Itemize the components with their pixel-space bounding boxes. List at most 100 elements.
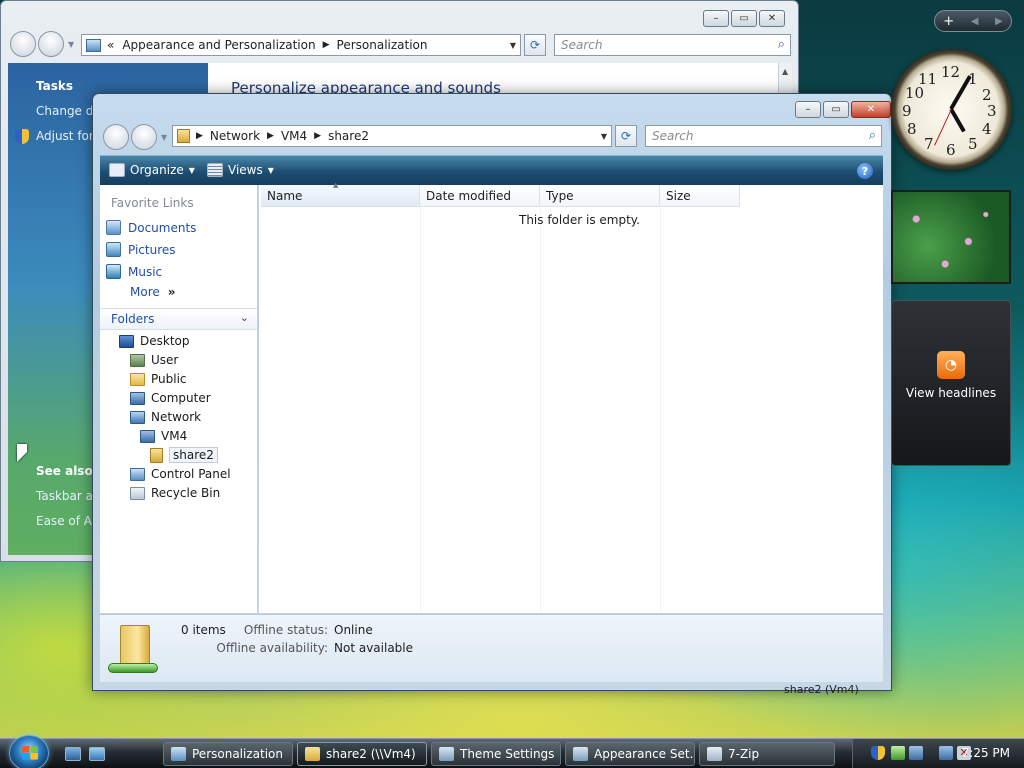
favorite-link-label: Pictures (128, 242, 176, 257)
breadcrumb-network[interactable]: Network (210, 129, 260, 143)
column-divider (420, 207, 421, 613)
share-folder-icon (150, 447, 163, 463)
previous-gadget-icon[interactable]: ◀ (971, 16, 979, 27)
add-gadget-button[interactable]: + (943, 14, 954, 29)
security-shield-icon[interactable] (871, 746, 885, 760)
address-dropdown-arrow[interactable]: ▼ (601, 132, 607, 141)
offline-availability-label: Offline availability: (216, 641, 328, 655)
breadcrumb-vm4[interactable]: VM4 (281, 129, 307, 143)
next-gadget-icon[interactable]: ▶ (995, 16, 1003, 27)
refresh-button[interactable]: ⟳ (615, 125, 637, 147)
tree-item-label: share2 (169, 447, 218, 463)
computer-icon (130, 391, 145, 405)
search-icon[interactable]: ⌕ (778, 37, 785, 52)
taskbar-button-personalization[interactable]: Personalization (163, 742, 293, 766)
breadcrumb-share2[interactable]: share2 (328, 129, 369, 143)
column-header-name[interactable]: ▲ Name (261, 181, 420, 207)
taskbar-button-share2[interactable]: share2 (\\Vm4) (297, 742, 427, 766)
network-connection-icon[interactable] (939, 746, 953, 760)
tree-item-control-panel[interactable]: Control Panel (130, 465, 231, 483)
refresh-button[interactable]: ⟳ (524, 34, 546, 56)
taskbar-button-7zip[interactable]: 7-Zip (699, 742, 835, 766)
tree-item-label: Network (151, 410, 202, 424)
organize-button[interactable]: Organize ▼ (109, 163, 195, 177)
sync-center-icon[interactable] (891, 746, 905, 760)
favorite-link-documents[interactable]: Documents (106, 220, 196, 235)
breadcrumb-overflow[interactable]: « (107, 38, 114, 52)
task-link-adjust-font[interactable]: Adjust fon (36, 129, 97, 143)
search-icon[interactable]: ⌕ (869, 128, 876, 143)
maximize-button[interactable]: ▭ (731, 10, 757, 27)
tree-item-network[interactable]: Network (130, 408, 201, 426)
tree-item-recycle-bin[interactable]: Recycle Bin (130, 484, 220, 502)
maximize-button[interactable]: ▭ (823, 101, 849, 118)
tree-item-share2[interactable]: share2 (150, 446, 218, 464)
more-links-button[interactable]: More » (130, 285, 176, 299)
front-address-bar[interactable]: ▶ Network ▶ VM4 ▶ share2 ▼ (172, 125, 612, 147)
views-button[interactable]: Views ▼ (207, 163, 274, 177)
favorite-link-pictures[interactable]: Pictures (106, 242, 176, 257)
see-also-ease-of-access[interactable]: Ease of Ac (36, 514, 98, 528)
tree-item-public[interactable]: Public (130, 370, 187, 388)
help-icon[interactable]: ? (857, 163, 873, 179)
tree-item-desktop[interactable]: Desktop (119, 332, 190, 350)
breadcrumb-appearance[interactable]: Appearance and Personalization (122, 38, 315, 52)
feed-headlines-gadget[interactable]: ◔ View headlines (891, 300, 1011, 466)
taskbar-button-appearance-settings[interactable]: Appearance Set... (565, 742, 695, 766)
clock-gadget[interactable]: 12 1 2 3 4 5 6 7 8 9 10 11 (891, 49, 1012, 170)
tree-item-user[interactable]: User (130, 351, 178, 369)
back-button[interactable] (103, 124, 129, 150)
favorite-link-music[interactable]: Music (106, 264, 162, 279)
breadcrumb-personalization[interactable]: Personalization (337, 38, 428, 52)
switch-windows-icon[interactable] (89, 747, 105, 761)
offline-status-label: Offline status: (243, 623, 328, 637)
breadcrumb-separator[interactable]: ▶ (196, 131, 203, 141)
offline-status-value: Online (334, 623, 373, 637)
back-nav-buttons: ▼ (10, 31, 74, 57)
file-list[interactable]: ▲ Name Date modified Type Size This fold… (259, 181, 883, 613)
column-header-type[interactable]: Type (540, 185, 660, 207)
tree-item-vm4[interactable]: VM4 (140, 427, 187, 445)
clock-numeral: 7 (924, 135, 934, 153)
start-button[interactable] (9, 735, 49, 768)
back-search-input[interactable]: Search ⌕ (554, 34, 791, 56)
desktop-icon-label[interactable]: share2 (Vm4) (784, 683, 859, 696)
scroll-up-arrow[interactable]: ▲ (782, 67, 788, 76)
column-header-size[interactable]: Size (660, 185, 740, 207)
minimize-button[interactable]: – (703, 10, 729, 27)
clock-numeral: 5 (968, 135, 978, 153)
close-button[interactable]: ✕ (759, 10, 785, 27)
column-divider (540, 207, 541, 613)
show-desktop-icon[interactable] (65, 747, 81, 761)
clock-numeral: 9 (902, 102, 912, 120)
see-also-taskbar[interactable]: Taskbar an (36, 489, 101, 503)
recent-pages-dropdown[interactable]: ▼ (68, 40, 74, 49)
minimize-button[interactable]: – (795, 101, 821, 118)
front-search-input[interactable]: Search ⌕ (645, 125, 882, 147)
close-button[interactable]: ✕ (851, 101, 891, 118)
column-header-date-modified[interactable]: Date modified (420, 185, 540, 207)
breadcrumb-separator[interactable]: ▶ (323, 40, 330, 50)
folders-header[interactable]: Folders ⌄ (100, 308, 257, 330)
views-label: Views (228, 163, 263, 177)
address-dropdown-arrow[interactable]: ▼ (510, 41, 516, 50)
clock-numeral: 11 (918, 70, 938, 88)
slideshow-gadget[interactable] (891, 190, 1011, 284)
back-button[interactable] (10, 31, 36, 57)
forward-button[interactable] (131, 124, 157, 150)
view-headlines-link[interactable]: View headlines (892, 386, 1010, 400)
recent-pages-dropdown[interactable]: ▼ (161, 133, 167, 142)
tree-item-computer[interactable]: Computer (130, 389, 211, 407)
taskbar-button-theme-settings[interactable]: Theme Settings (431, 742, 561, 766)
control-panel-icon (171, 747, 186, 761)
back-address-bar[interactable]: « Appearance and Personalization ▶ Perso… (81, 34, 521, 56)
forward-button[interactable] (38, 31, 64, 57)
network-status-icon[interactable] (909, 746, 923, 760)
breadcrumb-separator[interactable]: ▶ (267, 131, 274, 141)
documents-icon (106, 220, 121, 235)
desktop-icon (119, 334, 134, 348)
computer-icon (140, 429, 155, 443)
breadcrumb-separator[interactable]: ▶ (314, 131, 321, 141)
user-folder-icon (130, 353, 145, 367)
taskbar-clock[interactable]: 7:25 PM (962, 746, 1010, 760)
